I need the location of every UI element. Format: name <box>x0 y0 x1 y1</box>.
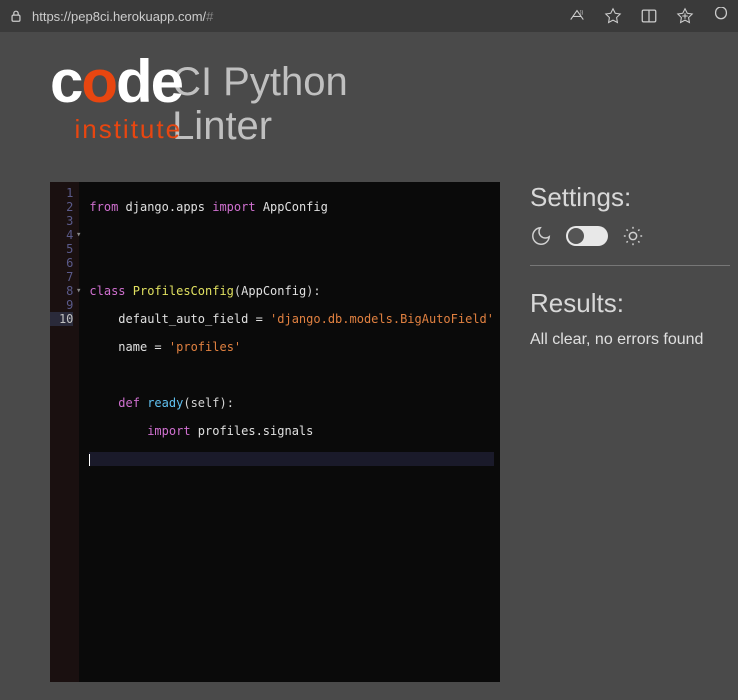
line-number: 4 <box>50 228 73 242</box>
extensions-icon[interactable] <box>712 7 730 25</box>
read-aloud-icon[interactable]: )) <box>568 7 586 25</box>
line-number: 8 <box>50 284 73 298</box>
line-number: 6 <box>50 256 73 270</box>
browser-address-bar: https://pep8ci.herokuapp.com/# )) <box>0 0 738 32</box>
line-number: 1 <box>50 186 73 200</box>
moon-icon <box>530 225 552 247</box>
line-gutter: 1 2 3 4 5 6 7 8 9 10 <box>50 182 79 682</box>
favorite-icon[interactable] <box>604 7 622 25</box>
split-screen-icon[interactable] <box>640 7 658 25</box>
page-title: CI Python Linter <box>172 60 348 148</box>
page-header: code institute CI Python Linter <box>0 32 738 182</box>
url-text[interactable]: https://pep8ci.herokuapp.com/# <box>32 9 560 24</box>
line-number: 9 <box>50 298 73 312</box>
theme-toggle[interactable] <box>566 226 608 246</box>
sidebar: Settings: Results: All clear, no errors … <box>530 182 738 682</box>
line-number: 7 <box>50 270 73 284</box>
line-number: 10 <box>50 312 73 326</box>
code-institute-logo: code institute <box>50 52 182 145</box>
text-cursor <box>89 454 90 466</box>
settings-heading: Settings: <box>530 182 730 213</box>
collections-icon[interactable] <box>676 7 694 25</box>
lock-icon <box>8 8 24 24</box>
code-editor[interactable]: 1 2 3 4 5 6 7 8 9 10 from django.apps im… <box>50 182 500 682</box>
line-number: 3 <box>50 214 73 228</box>
line-number: 2 <box>50 200 73 214</box>
svg-text:)): )) <box>580 10 584 16</box>
sun-icon <box>622 225 644 247</box>
line-number: 5 <box>50 242 73 256</box>
results-message: All clear, no errors found <box>530 331 730 349</box>
toggle-knob <box>568 228 584 244</box>
code-text-area[interactable]: from django.apps import AppConfig class … <box>79 182 500 682</box>
results-heading: Results: <box>530 288 730 319</box>
